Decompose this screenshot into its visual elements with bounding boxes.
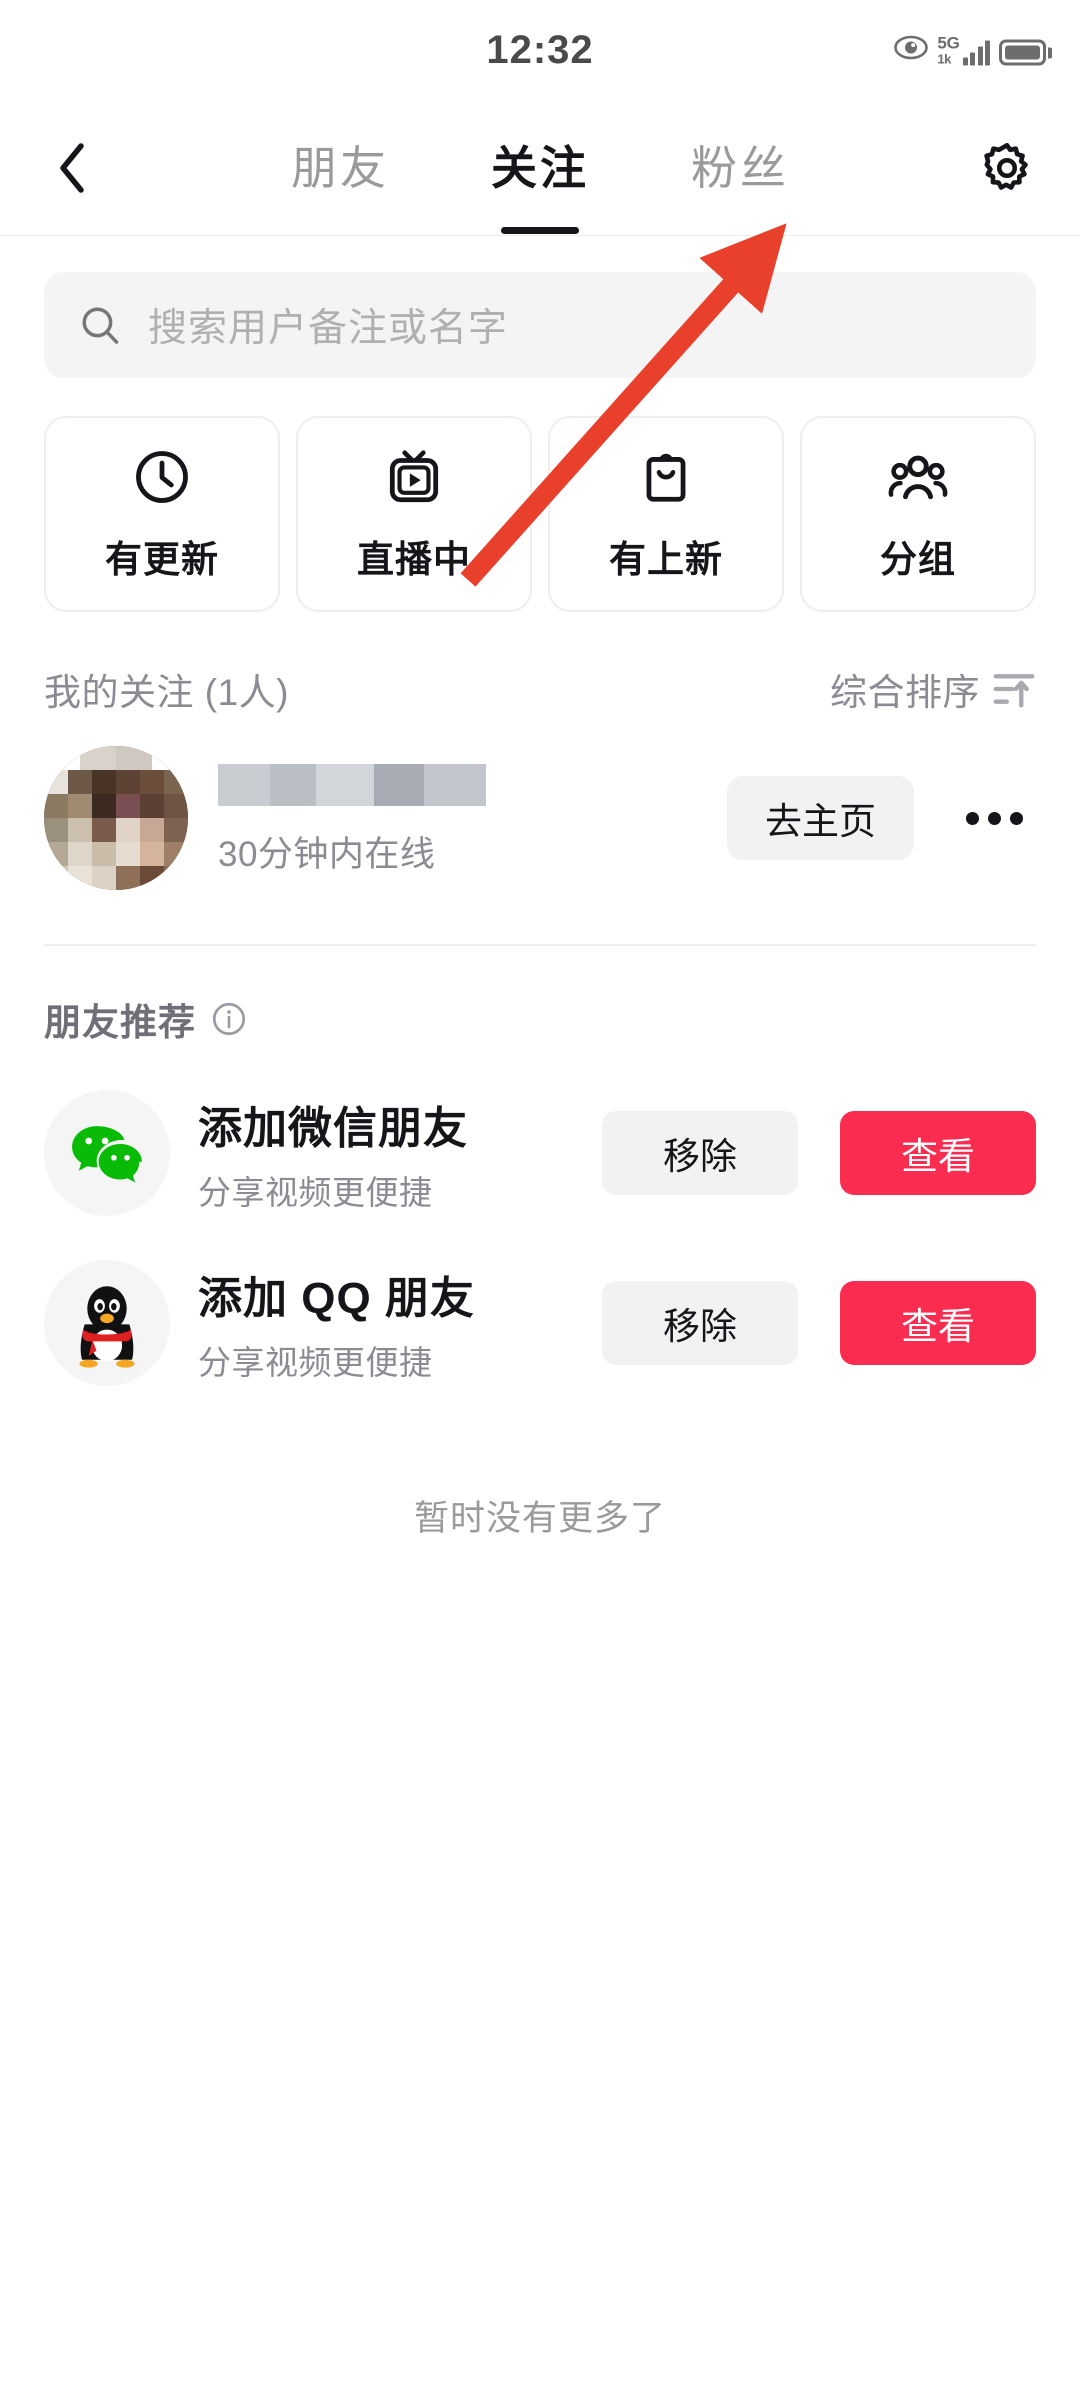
go-to-homepage-button[interactable]: 去主页 [727,776,914,860]
tab-underline [501,226,579,234]
shopping-bag-icon [635,445,697,509]
app-screen: 12:32 5G 1k 朋友 关注 粉丝 搜索用户备注或名字 有更新 直播中 有… [0,0,1080,2400]
recommend-qq-name: 添加 QQ 朋友 [198,1274,475,1323]
tab-bar: 朋友 关注 粉丝 [0,100,1080,235]
recommend-qq-info: 添加 QQ 朋友 分享视频更便捷 [198,1262,574,1384]
wechat-icon [44,1090,170,1216]
card-live[interactable]: 直播中 [296,416,532,612]
view-wechat-button[interactable]: 查看 [840,1111,1036,1195]
live-tv-icon [383,445,445,509]
search-section: 搜索用户备注或名字 [0,236,1080,378]
user-online-status: 30分钟内在线 [218,834,436,874]
remove-qq-button[interactable]: 移除 [602,1281,798,1365]
status-bar-indicators: 5G 1k [894,35,1052,66]
search-placeholder: 搜索用户备注或名字 [148,307,509,350]
card-new-items-label: 有上新 [609,539,723,580]
card-live-label: 直播中 [357,539,471,580]
more-dots-icon[interactable] [952,776,1036,860]
tab-friends[interactable]: 朋友 [240,132,440,204]
username-redacted [218,763,486,806]
tab-fans-label: 粉丝 [691,141,789,194]
recommend-wechat-subtitle: 分享视频更便捷 [198,1174,433,1211]
clock-icon [131,445,193,509]
search-input[interactable]: 搜索用户备注或名字 [44,272,1036,378]
signal-bars-icon [962,40,990,66]
following-user-row[interactable]: 30分钟内在线 去主页 [0,716,1080,890]
end-of-list-text: 暂时没有更多了 [413,1499,666,1538]
tab-fans[interactable]: 粉丝 [640,132,840,204]
tab-following-label: 关注 [491,141,589,194]
card-groups-label: 分组 [880,539,956,580]
chevron-left-icon [60,142,84,193]
avatar[interactable] [44,746,188,890]
recommend-qq-subtitle: 分享视频更便捷 [198,1344,433,1381]
card-updates-label: 有更新 [105,539,219,580]
info-circle-icon[interactable] [210,1000,248,1038]
remove-wechat-button[interactable]: 移除 [602,1111,798,1195]
tab-following[interactable]: 关注 [440,132,640,234]
qq-penguin-icon [44,1260,170,1386]
card-updates[interactable]: 有更新 [44,416,280,612]
status-bar: 12:32 5G 1k [0,0,1080,100]
card-groups[interactable]: 分组 [800,416,1036,612]
recommend-wechat-info: 添加微信朋友 分享视频更便捷 [198,1092,574,1214]
recommend-item-wechat: 添加微信朋友 分享视频更便捷 移除 查看 [0,1046,1080,1216]
recommend-section-header: 朋友推荐 [0,946,1080,1046]
tab-friends-label: 朋友 [291,141,389,194]
user-info: 30分钟内在线 [218,760,697,877]
eye-icon [894,35,929,66]
gear-icon [984,142,1028,190]
network-type-label: 5G 1k [937,33,960,67]
search-icon [82,307,119,344]
filter-sort-icon [993,674,1035,708]
navigation-bar: 朋友 关注 粉丝 [0,100,1080,236]
following-count-label: 我的关注 (1人) [44,672,289,713]
sort-label: 综合排序 [830,672,980,713]
signal-indicator: 5G 1k [937,35,990,66]
group-people-icon [886,445,950,509]
following-section-header: 我的关注 (1人) 综合排序 [0,612,1080,716]
recommend-wechat-name: 添加微信朋友 [198,1104,468,1153]
view-qq-button[interactable]: 查看 [840,1281,1036,1365]
battery-icon [999,39,1052,66]
sort-button[interactable]: 综合排序 [830,662,1036,716]
recommend-item-qq: 添加 QQ 朋友 分享视频更便捷 移除 查看 [0,1216,1080,1386]
status-time: 12:32 [486,27,594,72]
quick-action-cards: 有更新 直播中 有上新 分组 [0,378,1080,612]
card-new-items[interactable]: 有上新 [548,416,784,612]
settings-button[interactable] [976,137,1038,199]
back-button[interactable] [44,140,100,196]
recommend-title: 朋友推荐 [44,1002,196,1043]
